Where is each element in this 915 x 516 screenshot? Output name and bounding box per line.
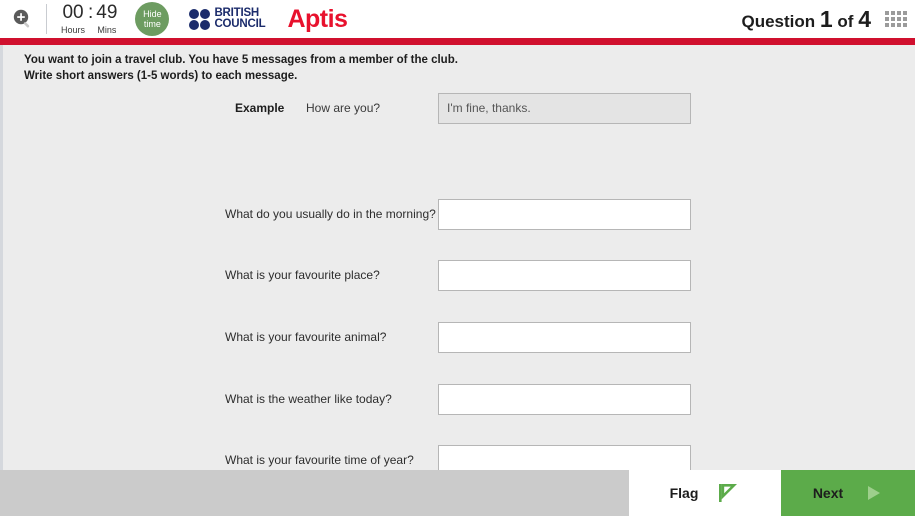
timer-minutes-value: 49 [96, 1, 118, 23]
flag-button[interactable]: Flag [629, 470, 781, 516]
example-prompt: How are you? [306, 101, 381, 115]
british-council-wordmark: BRITISH COUNCIL [214, 7, 266, 31]
example-label: Example [235, 101, 285, 115]
flag-icon [719, 484, 738, 502]
timer-hours-value: 00 [62, 1, 84, 23]
question-row-3: What is your favourite animal? [3, 317, 915, 357]
question-counter-total: 4 [858, 5, 871, 32]
question-label-5: What is your favourite time of year? [225, 453, 414, 467]
timer-hours-label: Hours [61, 24, 86, 35]
british-council-dots-icon [189, 8, 211, 30]
exam-timer: 00 Hours : 49 Mins [61, 3, 117, 36]
british-council-logo: BRITISH COUNCIL [189, 7, 266, 31]
instructions-line-1: You want to join a travel club. You have… [24, 54, 458, 66]
flag-button-label: Flag [669, 485, 699, 501]
question-label-4: What is the weather like today? [225, 392, 392, 406]
question-counter-text: Question 1 of 4 [741, 6, 871, 33]
question-row-2: What is your favourite place? [3, 255, 915, 295]
next-button-label: Next [812, 485, 844, 501]
question-row-1: What do you usually do in the morning? [3, 194, 915, 234]
question-label-3: What is your favourite animal? [225, 330, 387, 344]
hide-time-label-line2: time [143, 19, 161, 29]
header-accent-bar [0, 38, 915, 45]
grid-menu-icon[interactable] [885, 11, 907, 27]
hide-time-label-line1: Hide [143, 9, 162, 19]
logo-line-2: COUNCIL [214, 18, 266, 30]
app-header: 00 Hours : 49 Mins Hide time BRITISH COU… [0, 0, 915, 38]
footer-toolbar: Flag Next [0, 470, 915, 516]
question-counter: Question 1 of 4 [741, 6, 915, 33]
answer-input-1[interactable] [438, 198, 691, 230]
arrow-right-icon [868, 486, 881, 500]
question-content-area: You want to join a travel club. You have… [0, 45, 915, 476]
question-label-2: What is your favourite place? [225, 268, 380, 282]
zoom-in-button[interactable] [0, 0, 46, 38]
hide-time-button[interactable]: Hide time [135, 2, 170, 36]
question-counter-prefix: Question [741, 11, 816, 31]
timer-minutes: 49 Mins [96, 3, 117, 36]
question-row-4: What is the weather like today? [3, 379, 915, 419]
aptis-test-window: 00 Hours : 49 Mins Hide time BRITISH COU… [0, 0, 915, 516]
question-counter-current: 1 [819, 5, 833, 32]
timer-minutes-label: Mins [97, 24, 117, 35]
task-instructions: You want to join a travel club. You have… [3, 45, 915, 84]
magnifier-plus-icon [13, 9, 30, 28]
example-row: Example How are you? [3, 88, 915, 128]
instructions-line-2: Write short answers (1-5 words) to each … [24, 70, 298, 82]
timer-hours: 00 Hours [61, 3, 85, 36]
header-divider [46, 4, 47, 34]
example-answer-input [438, 92, 691, 124]
next-button[interactable]: Next [781, 470, 915, 516]
product-title: Aptis [287, 4, 348, 33]
answer-input-3[interactable] [438, 321, 691, 353]
timer-separator: : [88, 1, 94, 23]
question-label-1: What do you usually do in the morning? [225, 207, 436, 221]
question-counter-middle: of [837, 11, 854, 31]
answer-input-4[interactable] [438, 383, 691, 415]
answer-input-2[interactable] [438, 259, 691, 291]
